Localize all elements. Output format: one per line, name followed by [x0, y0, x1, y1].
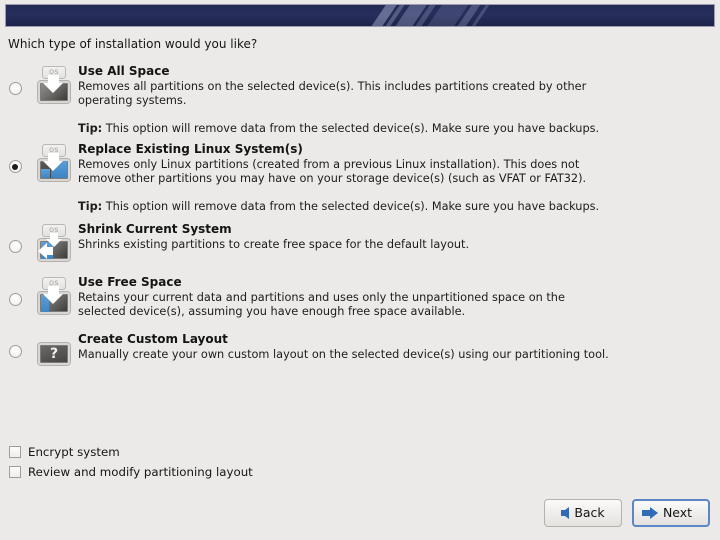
drive-custom-layout-icon: ?: [33, 340, 75, 370]
option-title: Shrink Current System: [78, 222, 232, 236]
back-button[interactable]: Back: [544, 499, 622, 527]
navigation-buttons: Back Next: [544, 499, 710, 527]
option-use-free-space[interactable]: OS Use Free Space Retains your current d…: [0, 269, 720, 332]
radio-use-free-space[interactable]: [8, 293, 22, 306]
drive-shrink-icon: OS: [33, 224, 75, 264]
arrow-down-icon: [43, 83, 63, 93]
drive-free-space-icon: OS: [33, 277, 75, 317]
option-description: Removes only Linux partitions (created f…: [78, 158, 587, 185]
option-tip-text: This option will remove data from the se…: [105, 122, 600, 135]
banner-streak-decoration: [400, 5, 481, 26]
question-mark-icon: ?: [41, 346, 67, 362]
option-tip: Tip: This option will remove data from t…: [78, 200, 615, 214]
option-description: Removes all partitions on the selected d…: [78, 80, 587, 107]
option-text: Create Custom Layout Manually create you…: [78, 332, 720, 362]
radio-cell: [0, 269, 30, 306]
arrow-left-icon: [46, 247, 53, 255]
page-title: Which type of installation would you lik…: [8, 37, 258, 51]
drive-all-space-icon: OS: [33, 66, 75, 106]
option-description: Shrinks existing partitions to create fr…: [78, 238, 470, 251]
banner-streak-decoration: [388, 5, 455, 26]
drive-screen: ?: [38, 343, 70, 365]
option-description: Retains your current data and partitions…: [78, 291, 565, 318]
icon-cell: OS: [30, 58, 78, 106]
banner-streak-decoration: [368, 5, 442, 26]
option-title: Create Custom Layout: [78, 332, 228, 346]
option-text: Use All Space Removes all partitions on …: [78, 58, 720, 136]
icon-cell: ?: [30, 332, 78, 370]
option-title: Use Free Space: [78, 275, 182, 289]
radio-create-custom-layout[interactable]: [8, 345, 22, 358]
checkbox-row-encrypt-system[interactable]: Encrypt system: [9, 442, 253, 462]
checkbox-label-review-modify-partitioning: Review and modify partitioning layout: [28, 465, 253, 479]
next-button-label: Next: [662, 504, 693, 520]
next-button[interactable]: Next: [632, 499, 710, 527]
arrow-down-icon: [46, 239, 62, 247]
radio-cell: [0, 216, 30, 253]
option-tip-label: Tip:: [78, 122, 103, 135]
option-title: Replace Existing Linux System(s): [78, 142, 303, 156]
icon-cell: OS: [30, 269, 78, 317]
checkbox-encrypt-system[interactable]: [9, 446, 21, 458]
installation-type-options: OS Use All Space Removes all partitions …: [0, 58, 720, 382]
option-replace-existing-linux[interactable]: OS Replace Existing Linux System(s) Remo…: [0, 136, 720, 216]
radio-cell: [0, 332, 30, 358]
option-tip-text: This option will remove data from the se…: [105, 200, 600, 213]
arrow-down-icon: [43, 294, 63, 304]
radio-use-all-space[interactable]: [8, 82, 22, 95]
option-shrink-current-system[interactable]: OS Shrink Current System Shrinks existin…: [0, 216, 720, 269]
option-text: Use Free Space Retains your current data…: [78, 269, 720, 319]
arrow-left-icon: [561, 507, 570, 519]
option-create-custom-layout[interactable]: ? Create Custom Layout Manually create y…: [0, 332, 720, 382]
option-description: Manually create your own custom layout o…: [78, 348, 609, 361]
header-banner: [5, 4, 715, 27]
icon-cell: OS: [30, 216, 78, 264]
radio-cell: [0, 136, 30, 173]
banner-streak-decoration: [430, 5, 498, 26]
option-text: Shrink Current System Shrinks existing p…: [78, 216, 720, 252]
banner-streak-decoration: [344, 5, 414, 26]
banner-streak-decoration: [358, 5, 424, 26]
checkbox-row-review-modify-partitioning[interactable]: Review and modify partitioning layout: [9, 462, 253, 482]
option-use-all-space[interactable]: OS Use All Space Removes all partitions …: [0, 58, 720, 136]
icon-cell: OS: [30, 136, 78, 184]
options-checkbox-group: Encrypt system Review and modify partiti…: [9, 442, 253, 482]
option-tip: Tip: This option will remove data from t…: [78, 122, 615, 136]
option-title: Use All Space: [78, 64, 170, 78]
radio-shrink-current-system[interactable]: [8, 240, 22, 253]
radio-replace-existing-linux[interactable]: [8, 160, 22, 173]
option-tip-label: Tip:: [78, 200, 103, 213]
header-banner-area: [0, 0, 720, 28]
arrow-down-icon: [43, 161, 63, 171]
radio-cell: [0, 58, 30, 95]
checkbox-label-encrypt-system: Encrypt system: [28, 445, 120, 459]
banner-streak-decoration: [444, 5, 509, 26]
drive-replace-linux-icon: OS: [33, 144, 75, 184]
option-text: Replace Existing Linux System(s) Removes…: [78, 136, 720, 214]
arrow-right-icon: [641, 507, 658, 519]
checkbox-review-modify-partitioning[interactable]: [9, 466, 21, 478]
back-button-label: Back: [574, 504, 605, 520]
